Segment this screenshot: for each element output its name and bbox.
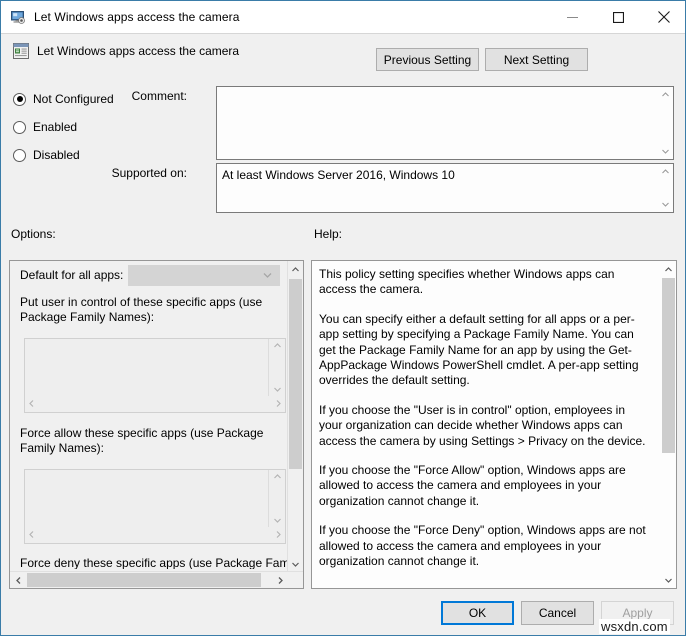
chevron-left-icon [29, 530, 34, 538]
radio-not-configured-mark [13, 92, 26, 106]
chevron-up-icon [665, 266, 672, 271]
options-content: Default for all apps: Put user in contro… [10, 261, 288, 569]
previous-setting-button[interactable]: Previous Setting [376, 48, 479, 71]
help-vertical-scroll-thumb[interactable] [662, 278, 675, 453]
help-vertical-scrollbar[interactable] [661, 261, 676, 588]
radio-enabled-label: Enabled [33, 120, 78, 134]
chevron-up-icon [273, 474, 281, 479]
watermark: wsxdn.com [599, 619, 670, 634]
put-user-in-control-field [25, 339, 269, 396]
comment-label: Comment: [131, 89, 187, 103]
radio-disabled[interactable]: Disabled [13, 148, 80, 162]
options-vertical-scrollbar[interactable] [287, 261, 303, 572]
window-controls [549, 1, 685, 33]
group-policy-setting-dialog: Let Windows apps access the camera Let W… [0, 0, 686, 636]
force-allow-field [25, 470, 269, 527]
help-panel: This policy setting specifies whether Wi… [311, 260, 677, 589]
chevron-down-icon [662, 202, 669, 207]
force-allow-vscroll[interactable] [270, 472, 284, 525]
chevron-right-icon [278, 576, 283, 584]
chevron-down-icon [662, 149, 669, 154]
force-deny-label: Force deny these specific apps (use Pack… [20, 556, 288, 569]
supported-on-scroll-arrows [658, 164, 673, 212]
cancel-button[interactable]: Cancel [521, 601, 594, 625]
chevron-down-icon [263, 273, 272, 278]
supported-on-label: Supported on: [111, 166, 187, 180]
chevron-down-icon [292, 562, 299, 567]
ok-button[interactable]: OK [441, 601, 514, 625]
chevron-up-icon [662, 92, 669, 97]
options-horizontal-scrollbar[interactable] [10, 571, 303, 588]
options-panel: Default for all apps: Put user in contro… [9, 260, 304, 589]
chevron-up-icon [292, 266, 299, 271]
chevron-up-icon [273, 343, 281, 348]
title-bar: Let Windows apps access the camera [1, 1, 685, 34]
radio-disabled-mark [13, 148, 26, 162]
options-vertical-scroll-thumb[interactable] [289, 279, 302, 469]
default-for-all-apps-select[interactable] [128, 265, 280, 286]
put-user-in-control-label: Put user in control of these specific ap… [20, 295, 263, 324]
monitor-policy-icon [10, 9, 26, 25]
chevron-left-icon [29, 399, 34, 407]
help-paragraph: If you choose the "Force Allow" option, … [319, 463, 626, 508]
options-scroll-up-button[interactable] [288, 261, 303, 277]
close-icon[interactable] [641, 1, 685, 33]
chevron-up-icon [662, 169, 669, 174]
chevron-down-icon [665, 578, 672, 583]
comment-input[interactable] [216, 86, 674, 160]
minimize-icon[interactable] [549, 1, 595, 33]
options-section-label: Options: [11, 227, 56, 241]
supported-on-box[interactable]: At least Windows Server 2016, Windows 10 [216, 163, 674, 213]
help-scroll-down-button[interactable] [661, 572, 676, 588]
help-paragraph: You can specify either a default setting… [319, 311, 639, 388]
chevron-left-icon [15, 576, 20, 584]
help-paragraph: If you choose the "Force Deny" option, W… [319, 523, 646, 569]
force-allow-label: Force allow these specific apps (use Pac… [20, 426, 264, 455]
force-allow-list[interactable] [24, 469, 286, 544]
help-paragraph: This policy setting specifies whether Wi… [319, 267, 615, 297]
options-scroll-down-button[interactable] [288, 556, 303, 572]
radio-enabled[interactable]: Enabled [13, 120, 77, 134]
supported-on-value: At least Windows Server 2016, Windows 10 [222, 168, 455, 182]
put-user-in-control-hscroll[interactable] [27, 396, 283, 410]
chevron-right-icon [276, 399, 281, 407]
options-scroll-right-button[interactable] [272, 572, 288, 588]
help-text: This policy setting specifies whether Wi… [319, 267, 649, 584]
chevron-down-icon [273, 387, 281, 392]
group-policy-setting-icon [12, 42, 30, 60]
comment-scroll-arrows [658, 87, 673, 159]
setting-title: Let Windows apps access the camera [37, 44, 240, 58]
maximize-icon[interactable] [595, 1, 641, 33]
help-scroll-up-button[interactable] [661, 261, 676, 277]
force-allow-hscroll[interactable] [27, 527, 283, 541]
put-user-in-control-list[interactable] [24, 338, 286, 413]
options-horizontal-scroll-thumb[interactable] [27, 573, 261, 587]
chevron-right-icon [276, 530, 281, 538]
chevron-down-icon [273, 518, 281, 523]
help-section-label: Help: [314, 227, 343, 241]
radio-disabled-label: Disabled [33, 148, 80, 162]
default-for-all-apps-label: Default for all apps: [20, 268, 124, 282]
window-title: Let Windows apps access the camera [34, 10, 240, 24]
next-setting-button[interactable]: Next Setting [485, 48, 588, 71]
help-paragraph: If you choose the "User is in control" o… [319, 402, 646, 448]
radio-enabled-mark [13, 120, 26, 134]
put-user-in-control-vscroll[interactable] [270, 341, 284, 394]
options-scroll-left-button[interactable] [10, 572, 26, 588]
